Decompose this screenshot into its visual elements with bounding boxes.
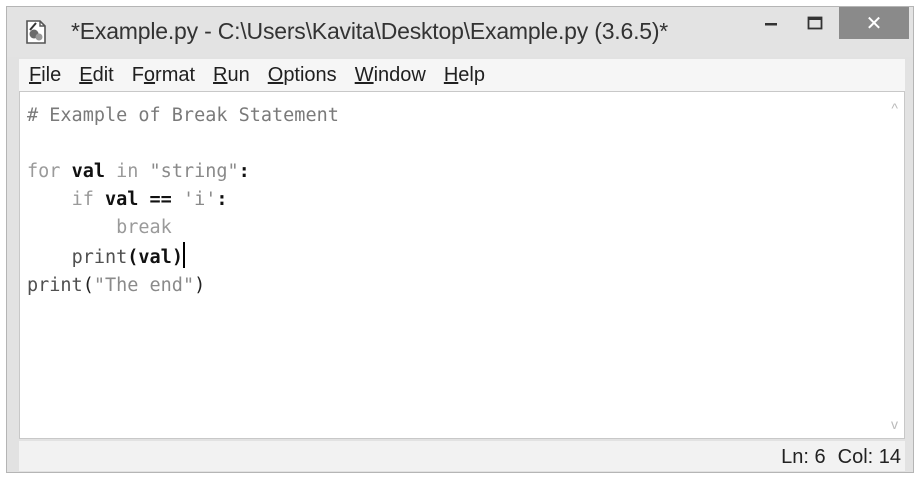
colon: : [216, 189, 228, 210]
menu-run[interactable]: Run [213, 64, 250, 87]
idle-python-icon [26, 20, 46, 44]
print-args: (val) [127, 247, 183, 268]
operator-eq: == [149, 189, 172, 210]
line-number: Ln: 6 [781, 446, 826, 468]
title-bar[interactable]: *Example.py - C:\Users\Kavita\Desktop\Ex… [7, 7, 913, 57]
paren: ( [82, 275, 94, 296]
builtin-print: print [27, 275, 83, 296]
column-number: Col: 14 [837, 446, 901, 468]
code-comment: # Example of Break Statement [27, 105, 339, 126]
keyword-break: break [116, 217, 172, 238]
close-icon: ✕ [865, 12, 883, 35]
minimize-icon [765, 23, 777, 26]
variable-val: val [71, 161, 105, 182]
menu-file[interactable]: File [29, 64, 61, 87]
string-literal: 'i' [182, 189, 217, 210]
string-literal: "The end" [93, 275, 195, 296]
scroll-up-arrow-icon[interactable]: ^ [891, 100, 898, 116]
colon: : [238, 161, 250, 182]
menu-help[interactable]: Help [444, 64, 485, 87]
status-bar: Ln: 6 Col: 14 [19, 441, 905, 471]
variable-val: val [104, 189, 139, 210]
code-editor[interactable]: # Example of Break Statement for val in … [19, 91, 905, 439]
idle-editor-window: *Example.py - C:\Users\Kavita\Desktop\Ex… [6, 6, 914, 473]
paren: ) [194, 275, 206, 296]
scroll-down-arrow-icon[interactable]: v [891, 416, 898, 432]
menu-format[interactable]: Format [132, 64, 195, 87]
code-text[interactable]: # Example of Break Statement for val in … [27, 102, 339, 300]
keyword-if: if [71, 189, 94, 210]
maximize-icon [807, 16, 823, 30]
menu-edit[interactable]: Edit [79, 64, 113, 87]
menu-bar: File Edit Format Run Options Window Help [19, 59, 905, 91]
keyword-in: in [116, 161, 139, 182]
cursor-position: Ln: 6 Col: 14 [769, 446, 901, 469]
string-literal: "string" [149, 161, 239, 182]
menu-options[interactable]: Options [268, 64, 337, 87]
keyword-for: for [27, 161, 61, 182]
close-button[interactable]: ✕ [839, 7, 909, 39]
menu-window[interactable]: Window [355, 64, 426, 87]
minimize-button[interactable] [749, 7, 793, 39]
text-cursor [182, 242, 185, 268]
window-title: *Example.py - C:\Users\Kavita\Desktop\Ex… [71, 18, 669, 44]
maximize-button[interactable] [793, 7, 837, 39]
builtin-print: print [71, 247, 128, 268]
